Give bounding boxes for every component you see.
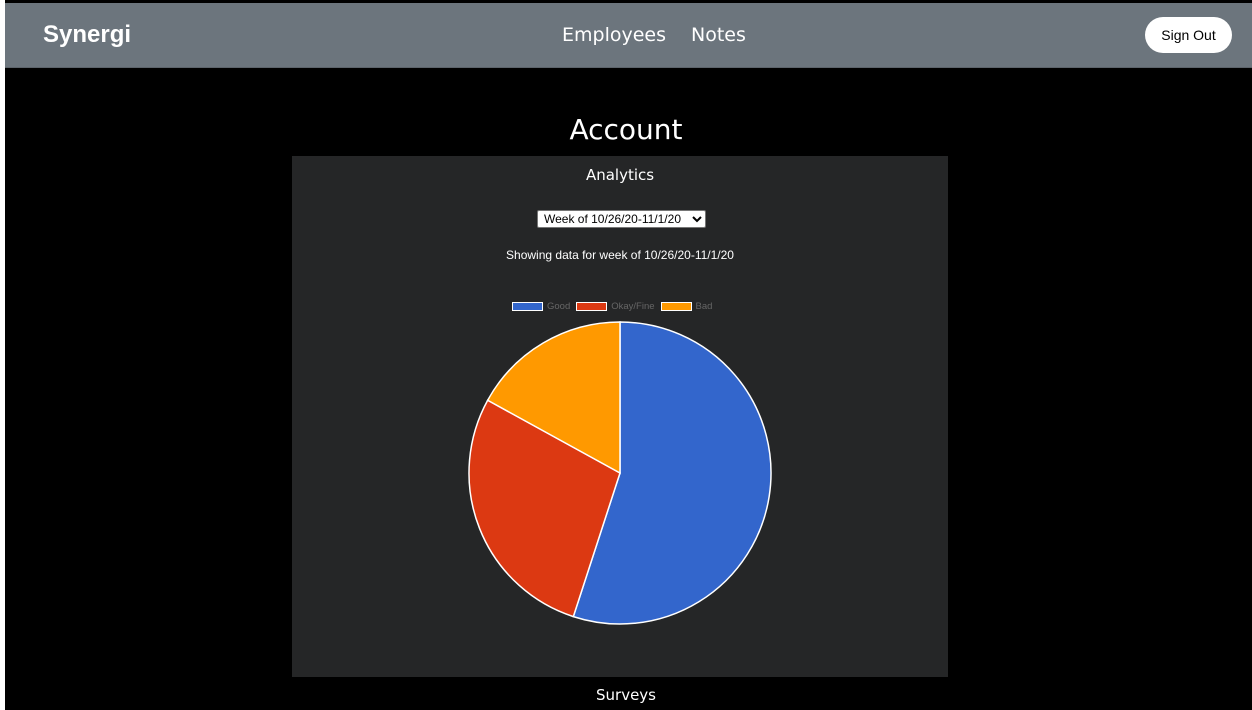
navbar: Synergi Employees Notes Sign Out: [5, 3, 1252, 68]
page-title: Account: [569, 113, 683, 146]
surveys-heading: Surveys: [596, 686, 656, 704]
analytics-panel: Analytics Week of 10/26/20-11/1/20 Showi…: [292, 156, 948, 677]
window-edge: [0, 0, 5, 710]
nav-link-employees[interactable]: Employees: [562, 24, 666, 46]
brand-logo[interactable]: Synergi: [43, 21, 131, 49]
sign-out-button[interactable]: Sign Out: [1145, 17, 1232, 53]
nav-links: Employees Notes: [562, 24, 746, 46]
nav-link-notes[interactable]: Notes: [691, 24, 746, 46]
pie-chart: [468, 321, 772, 625]
